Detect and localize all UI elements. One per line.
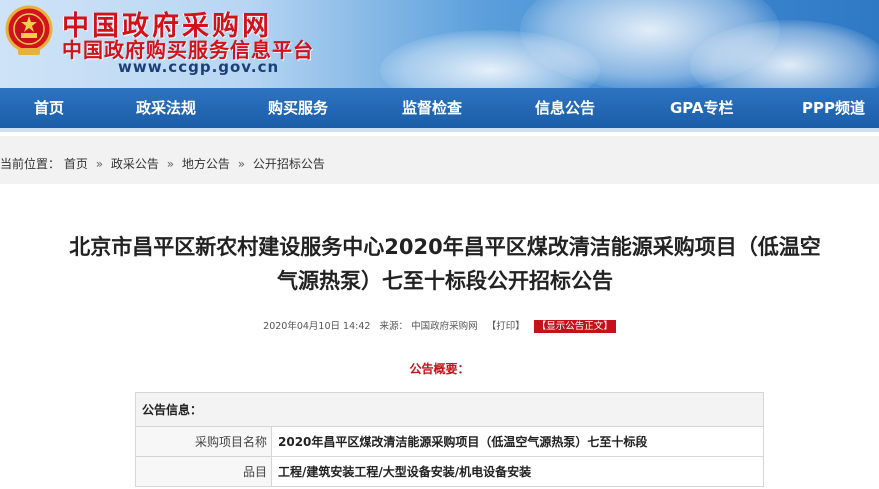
site-url[interactable]: www.ccgp.gov.cn <box>118 58 279 76</box>
article-meta: 2020年04月10日 14:42 来源： 中国政府采购网 【打印】 【显示公告… <box>0 318 879 333</box>
source-label: 来源： <box>379 321 409 332</box>
table-row: 采购项目名称 2020年昌平区煤改清洁能源采购项目（低温空气源热泵）七至十标段 <box>135 426 764 457</box>
breadcrumb-home[interactable]: 首页 <box>64 157 88 171</box>
breadcrumb-separator: » <box>95 157 104 171</box>
nav-item-ppp[interactable]: PPP频道 <box>802 88 865 128</box>
breadcrumb-prefix: 当前位置： <box>0 157 61 171</box>
breadcrumb-bar: 当前位置： 首页 » 政采公告 » 地方公告 » 公开招标公告 <box>0 136 879 184</box>
main-nav: 首页 政采法规 购买服务 监督检查 信息公告 GPA专栏 PPP频道 <box>0 88 879 132</box>
breadcrumb-separator: » <box>166 157 175 171</box>
row-value-project-name: 2020年昌平区煤改清洁能源采购项目（低温空气源热泵）七至十标段 <box>271 426 764 457</box>
breadcrumb-public-tender[interactable]: 公开招标公告 <box>253 157 325 171</box>
nav-item-supervision[interactable]: 监督检查 <box>402 88 462 128</box>
nav-item-home[interactable]: 首页 <box>34 88 64 128</box>
row-label-category: 品目 <box>135 456 272 487</box>
article-title-line2: 气源热泵）七至十标段公开招标公告 <box>277 269 613 293</box>
source-value: 中国政府采购网 <box>411 321 478 332</box>
publish-date: 2020年04月10日 14:42 <box>263 321 371 332</box>
article-title: 北京市昌平区新农村建设服务中心2020年昌平区煤改清洁能源采购项目（低温空 气源… <box>20 230 870 298</box>
article-title-line1: 北京市昌平区新农村建设服务中心2020年昌平区煤改清洁能源采购项目（低温空 <box>69 235 821 259</box>
nav-item-regulations[interactable]: 政采法规 <box>136 88 196 128</box>
breadcrumb: 当前位置： 首页 » 政采公告 » 地方公告 » 公开招标公告 <box>0 155 325 172</box>
nav-item-gpa[interactable]: GPA专栏 <box>670 88 734 128</box>
row-label-project-name: 采购项目名称 <box>135 426 272 457</box>
nav-item-announcements[interactable]: 信息公告 <box>535 88 595 128</box>
national-emblem-icon[interactable] <box>4 4 54 58</box>
show-announcement-button[interactable]: 【显示公告正文】 <box>533 320 616 333</box>
row-value-category: 工程/建筑安装工程/大型设备安装/机电设备安装 <box>271 456 764 487</box>
breadcrumb-local-announcements[interactable]: 地方公告 <box>182 157 230 171</box>
table-header-row: 公告信息： <box>135 392 764 427</box>
breadcrumb-procurement-announcements[interactable]: 政采公告 <box>111 157 159 171</box>
table-row: 品目 工程/建筑安装工程/大型设备安装/机电设备安装 <box>135 456 764 487</box>
header-banner: 中国政府采购网 中国政府购买服务信息平台 www.ccgp.gov.cn <box>0 0 879 88</box>
nav-item-purchase-services[interactable]: 购买服务 <box>268 88 328 128</box>
announcement-info-table: 公告信息： 采购项目名称 2020年昌平区煤改清洁能源采购项目（低温空气源热泵）… <box>135 392 764 487</box>
breadcrumb-separator: » <box>237 157 246 171</box>
print-link[interactable]: 【打印】 <box>487 321 525 332</box>
summary-heading: 公告概要： <box>409 362 470 376</box>
table-header-cell: 公告信息： <box>135 392 764 427</box>
